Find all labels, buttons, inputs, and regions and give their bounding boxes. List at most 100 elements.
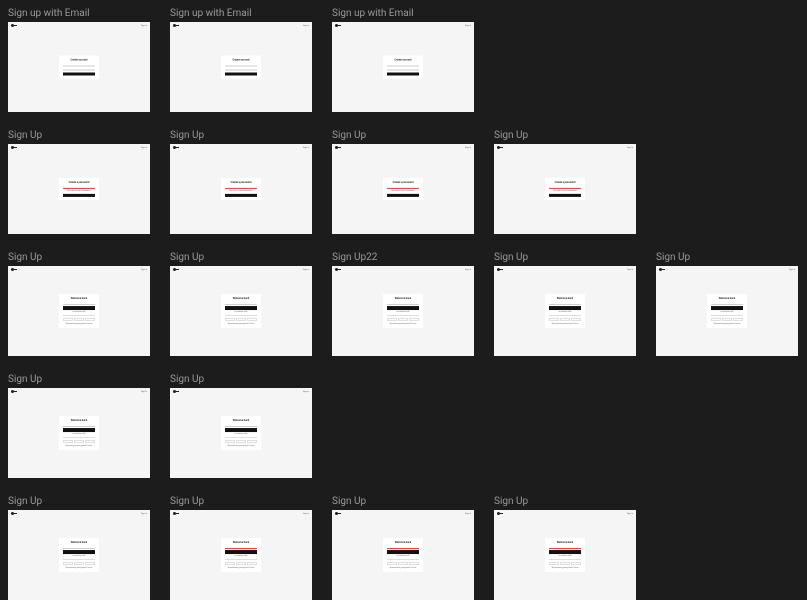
auth-card: Create account xyxy=(221,56,261,79)
artboard[interactable]: Sign Up Sign inWelcome backor continue wi… xyxy=(494,252,636,356)
artboard-title[interactable]: Sign Up xyxy=(8,496,150,507)
apple-login-button xyxy=(74,440,84,443)
social-login-row xyxy=(225,318,257,321)
artboard-frame[interactable]: Sign inCreate a passwordMust be at least… xyxy=(332,144,474,234)
artboard-frame[interactable]: Sign in Create account xyxy=(170,22,312,112)
artboard-title[interactable]: Sign Up xyxy=(8,252,150,263)
helper-text: By continuing you agree to Terms xyxy=(714,323,741,325)
mock-header: Sign in xyxy=(170,388,312,395)
artboard-frame[interactable]: Sign inCreate a passwordMust be at least… xyxy=(8,144,150,234)
google-login-button xyxy=(225,318,235,321)
artboard-frame[interactable]: Sign in Create account xyxy=(8,22,150,112)
artboard-title[interactable]: Sign up with Email xyxy=(332,8,474,19)
auth-card: Create a passwordMust be at least 8 char… xyxy=(383,178,423,200)
mock-header: Sign in xyxy=(656,266,798,273)
card-heading: Welcome back xyxy=(233,297,249,300)
artboard-frame[interactable]: Sign in Welcome backor continue withBy co… xyxy=(8,266,150,356)
apple-login-button xyxy=(722,318,732,321)
helper-text: Must be at least 8 characters xyxy=(553,190,576,192)
artboard[interactable]: Sign up with Email Sign inCreate account xyxy=(332,8,474,112)
artboard-frame[interactable]: Sign inCreate a passwordMust be at least… xyxy=(494,144,636,234)
mock-header: Sign in xyxy=(170,22,312,29)
artboard[interactable]: Sign Up Sign inWelcome backor continue wi… xyxy=(170,374,312,478)
artboard[interactable]: Sign Up Sign in Welcome back or continue wi… xyxy=(170,252,312,356)
card-heading: Welcome back xyxy=(557,297,573,300)
artboard-frame[interactable]: Sign inWelcome backor continue withBy co… xyxy=(170,266,312,356)
artboard-title[interactable]: Sign Up xyxy=(494,252,636,263)
auth-card: Welcome backor continue withBy continuin… xyxy=(221,294,261,328)
artboard-title[interactable]: Sign Up xyxy=(494,130,636,141)
mock-header: Sign in xyxy=(8,22,150,29)
google-login-button xyxy=(549,318,559,321)
helper-text: or continue with xyxy=(235,311,248,313)
artboard-title[interactable]: Sign Up xyxy=(170,130,312,141)
artboard[interactable]: Sign Up Sign inWelcome backor continue wi… xyxy=(332,496,474,600)
artboard[interactable]: Sign Up Sign inWelcome backor continue wi… xyxy=(170,496,312,600)
google-login-button xyxy=(711,318,721,321)
artboard-title[interactable]: Sign Up xyxy=(8,130,150,141)
artboard-frame[interactable]: Sign inWelcome backor continue withBy co… xyxy=(332,510,474,600)
artboard-frame[interactable]: Sign inWelcome backor continue withBy co… xyxy=(494,510,636,600)
helper-text: or continue with xyxy=(235,555,248,557)
auth-card: Welcome backor continue withBy continuin… xyxy=(59,294,99,328)
continue-button xyxy=(387,550,419,554)
artboard[interactable]: Sign Up Sign inCreate a passwordMust be a… xyxy=(170,130,312,234)
artboard-row: Sign Up Sign inWelcome backor continue wi… xyxy=(8,374,799,478)
artboard[interactable]: Sign Up Sign inWelcome backor continue wi… xyxy=(8,374,150,478)
helper-text: or continue with xyxy=(73,555,86,557)
password-field xyxy=(387,185,419,188)
artboard-title[interactable]: Sign Up22 xyxy=(332,252,474,263)
artboard-frame[interactable]: Sign inWelcome backor continue withBy co… xyxy=(8,388,150,478)
artboard-frame[interactable]: Sign inWelcome backor continue withBy co… xyxy=(170,388,312,478)
artboard-title[interactable]: Sign Up xyxy=(8,374,150,385)
artboard-frame[interactable]: Sign inCreate a passwordMust be at least… xyxy=(170,144,312,234)
artboard-title[interactable]: Sign up with Email xyxy=(170,8,312,19)
facebook-login-button xyxy=(247,562,257,565)
apple-login-button xyxy=(74,562,84,565)
artboard-title[interactable]: Sign Up xyxy=(332,496,474,507)
artboard[interactable]: Sign Up Sign inCreate a passwordMust be a… xyxy=(494,130,636,234)
artboard-frame[interactable]: Sign inWelcome backor continue withBy co… xyxy=(656,266,798,356)
artboard-title[interactable]: Sign Up xyxy=(170,496,312,507)
artboard[interactable]: Sign Up Sign inWelcome backor continue wi… xyxy=(8,496,150,600)
auth-card: Welcome backor continue withBy continuin… xyxy=(383,294,423,328)
artboard[interactable]: Sign Up Sign inCreate a passwordMust be a… xyxy=(8,130,150,234)
artboard[interactable]: Sign Up Sign inCreate a passwordMust be a… xyxy=(332,130,474,234)
artboard-frame[interactable]: Sign inWelcome backor continue withBy co… xyxy=(170,510,312,600)
mock-header: Sign in xyxy=(8,144,150,151)
auth-card: Welcome backor continue withBy continuin… xyxy=(545,538,585,572)
continue-button xyxy=(225,72,257,76)
artboard-title[interactable]: Sign Up xyxy=(170,252,312,263)
divider xyxy=(63,437,95,438)
artboard[interactable]: Sign Up Sign inWelcome backor continue wi… xyxy=(494,496,636,600)
helper-text: or continue with xyxy=(397,555,410,557)
mock-header: Sign in xyxy=(8,266,150,273)
artboard[interactable]: Sign Up22 Sign inWelcome backor continue … xyxy=(332,252,474,356)
artboard-title[interactable]: Sign Up xyxy=(170,374,312,385)
artboard[interactable]: Sign up with Email Sign in Create account xyxy=(170,8,312,112)
helper-text: or continue with xyxy=(235,433,248,435)
social-login-row xyxy=(63,318,95,321)
artboard[interactable]: Sign up with Email Sign in Create account xyxy=(8,8,150,112)
continue-button xyxy=(225,306,257,310)
auth-card: Create account xyxy=(59,56,99,79)
helper-text: or continue with xyxy=(721,311,734,313)
brand-logo-icon xyxy=(11,24,14,27)
facebook-login-button xyxy=(247,318,257,321)
artboard-title[interactable]: Sign Up xyxy=(494,496,636,507)
header-signin-link: Sign in xyxy=(303,269,309,271)
brand-logo-icon xyxy=(659,268,662,271)
artboard[interactable]: Sign Up Sign in Welcome backor continue wi… xyxy=(8,252,150,356)
artboard-frame[interactable]: Sign inCreate account xyxy=(332,22,474,112)
brand-logo-icon xyxy=(335,512,338,515)
artboard-frame[interactable]: Sign inWelcome backor continue withBy co… xyxy=(332,266,474,356)
artboard-frame[interactable]: Sign inWelcome backor continue withBy co… xyxy=(494,266,636,356)
artboard[interactable]: Sign Up Sign inWelcome backor continue wi… xyxy=(656,252,798,356)
artboard-title[interactable]: Sign Up xyxy=(656,252,798,263)
artboard-frame[interactable]: Sign inWelcome backor continue withBy co… xyxy=(8,510,150,600)
artboard-title[interactable]: Sign up with Email xyxy=(8,8,150,19)
artboard-title[interactable]: Sign Up xyxy=(332,130,474,141)
apple-login-button xyxy=(560,562,570,565)
social-login-row xyxy=(549,318,581,321)
email-field xyxy=(225,546,257,549)
